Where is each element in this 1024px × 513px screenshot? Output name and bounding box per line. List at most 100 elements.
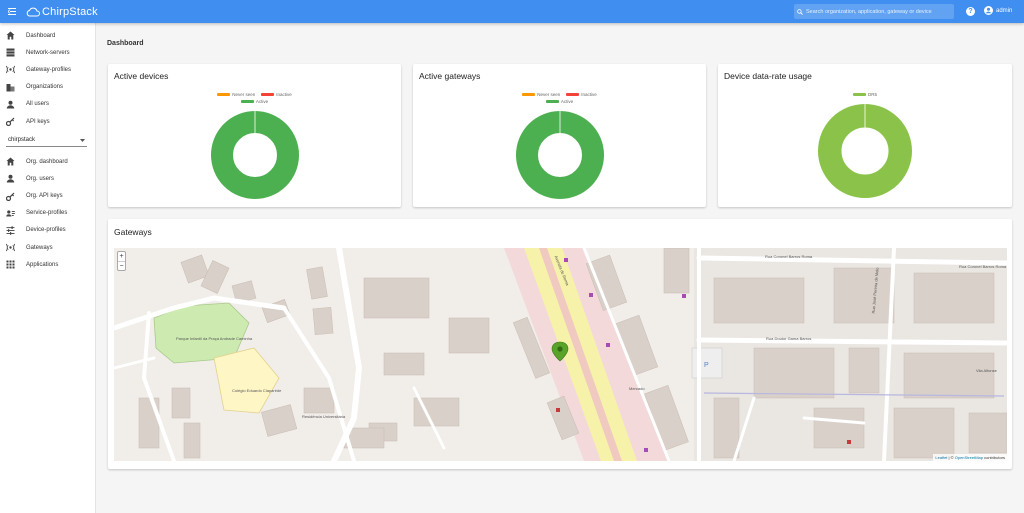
legend-label: Never seen <box>232 92 256 97</box>
map-street-label: Rua Coronel Barros Roma <box>959 264 1007 269</box>
username-label: admin <box>996 7 1013 14</box>
sidebar-item-label: Org. users <box>26 175 55 182</box>
sidebar-item-org-api-keys[interactable]: Org. API keys <box>0 188 95 205</box>
gateways-card: Gateways + − P Rua Coronel Barros Roma R… <box>108 219 1012 469</box>
search-input[interactable] <box>806 8 946 15</box>
organization-select[interactable]: chirpstack <box>6 134 87 148</box>
sidebar-item-label: Device-profiles <box>26 227 66 234</box>
menu-collapse-icon <box>7 8 16 15</box>
donut-chart <box>211 111 299 199</box>
legend-swatch <box>240 100 254 103</box>
account-circle-icon <box>984 6 993 15</box>
map-place-label: Mercado <box>629 386 645 391</box>
legend-item[interactable]: Never seen <box>522 92 560 97</box>
sidebar-item-label: Dashboard <box>26 32 56 39</box>
legend-item[interactable]: Inactive <box>566 92 597 97</box>
attribution-suffix: contributors <box>982 455 1005 460</box>
tune-icon <box>6 226 15 235</box>
legend-item[interactable]: DR5 <box>852 92 877 97</box>
legend-swatch <box>217 93 231 96</box>
map-street-label: Rua Doutor Gama Barros <box>766 336 812 341</box>
legend-label: DR5 <box>867 92 877 97</box>
legend-swatch <box>261 93 275 96</box>
card-title: Active devices <box>114 71 169 81</box>
dropdown-arrow-icon <box>80 138 85 142</box>
sidebar-item-organizations[interactable]: Organizations <box>0 79 95 96</box>
sidebar-item-label: Gateway-profiles <box>26 66 72 73</box>
search-bar[interactable] <box>794 4 954 19</box>
zoom-in-button[interactable]: + <box>118 252 125 261</box>
legend-label: Inactive <box>276 92 292 97</box>
sidebar-item-service-profiles[interactable]: Service-profiles <box>0 205 95 222</box>
sidebar-item-org-dashboard[interactable]: Org. dashboard <box>0 153 95 170</box>
chart-legend: Never seen Inactive Active <box>108 92 401 104</box>
map-school-label: Colégio Eduardo Claparède <box>232 388 282 393</box>
domain-icon <box>6 83 15 92</box>
legend-swatch <box>522 93 536 96</box>
radio-tower-icon <box>6 65 15 74</box>
apps-icon <box>6 260 15 269</box>
legend-swatch <box>566 93 580 96</box>
sidebar-item-device-profiles[interactable]: Device-profiles <box>0 222 95 239</box>
chart-legend: Never seen Inactive Active <box>413 92 706 104</box>
key-icon <box>6 192 15 201</box>
sidebar-item-network-servers[interactable]: Network-servers <box>0 44 95 61</box>
sidebar-item-label: All users <box>26 101 50 108</box>
menu-toggle-button[interactable] <box>0 0 24 23</box>
sidebar-item-label: Org. API keys <box>26 193 63 200</box>
legend-item[interactable]: Active <box>545 99 574 104</box>
card-title: Active gateways <box>419 71 481 81</box>
svg-text:P: P <box>704 362 709 369</box>
server-icon <box>6 48 15 57</box>
legend-swatch <box>852 93 866 96</box>
legend-label: Active <box>560 99 574 104</box>
brand-name: ChirpStack <box>42 5 98 18</box>
key-icon <box>6 117 15 127</box>
attribution-separator: | © <box>947 455 955 460</box>
map-street-label: Rua Coronel Barros Roma <box>765 254 813 259</box>
map-place-label: Residência Universitária <box>302 414 346 419</box>
map-street-label: Vila Alfonse <box>976 368 997 373</box>
home-icon <box>6 157 15 166</box>
brand-logo[interactable]: ChirpStack <box>26 6 98 18</box>
user-menu-button[interactable]: admin <box>984 6 1012 15</box>
donut-chart <box>818 104 912 198</box>
global-nav: Dashboard Network-servers Gateway-profiles… <box>0 27 95 130</box>
legend-item[interactable]: Inactive <box>261 92 292 97</box>
sidebar-item-label: Service-profiles <box>26 210 68 217</box>
sidebar-item-gateways[interactable]: Gateways <box>0 239 95 256</box>
sidebar-item-applications[interactable]: Applications <box>0 256 95 273</box>
account-icon <box>6 100 15 109</box>
page-title: Dashboard <box>107 40 144 47</box>
sidebar-item-dashboard[interactable]: Dashboard <box>0 27 95 44</box>
map-attribution: Leaflet | © OpenStreetMap contributors <box>933 454 1007 461</box>
sidebar-item-label: Applications <box>26 261 59 268</box>
account-icon <box>6 174 15 183</box>
sidebar-item-api-keys[interactable]: API keys <box>0 113 95 130</box>
app-bar: ChirpStack ? admin <box>0 0 1024 23</box>
sidebar-item-all-users[interactable]: All users <box>0 96 95 113</box>
search-icon <box>797 8 803 15</box>
leaflet-link[interactable]: Leaflet <box>935 455 947 460</box>
openstreetmap-link[interactable]: OpenStreetMap <box>955 455 983 460</box>
legend-item[interactable]: Never seen <box>217 92 255 97</box>
sidebar-item-label: Network-servers <box>26 49 70 56</box>
device-data-rate-card: Device data-rate usage DR5 <box>718 64 1012 207</box>
help-icon[interactable]: ? <box>966 7 975 16</box>
gateways-map[interactable]: + − P Rua Coronel Barros Roma Rua Corone… <box>114 248 1007 461</box>
card-title: Device data-rate usage <box>724 71 812 81</box>
main-content: Dashboard Active devices Never seen Inact… <box>96 23 1024 513</box>
card-title: Gateways <box>114 227 152 237</box>
map-park-label: Parque Infantil da Praça Andrade Caminha <box>176 336 253 341</box>
organization-select-value: chirpstack <box>8 137 36 144</box>
zoom-out-button[interactable]: − <box>118 261 125 270</box>
home-icon <box>6 31 15 40</box>
sidebar-item-label: Org. dashboard <box>26 158 68 165</box>
account-details-icon <box>6 209 15 218</box>
chart-legend: DR5 <box>718 92 1012 97</box>
organization-nav: Org. dashboard Org. users Org. API keys Ser… <box>0 153 95 273</box>
cloud-logo-icon <box>26 7 40 16</box>
legend-item[interactable]: Active <box>240 99 268 104</box>
sidebar-item-org-users[interactable]: Org. users <box>0 170 95 187</box>
sidebar-item-gateway-profiles[interactable]: Gateway-profiles <box>0 61 95 78</box>
